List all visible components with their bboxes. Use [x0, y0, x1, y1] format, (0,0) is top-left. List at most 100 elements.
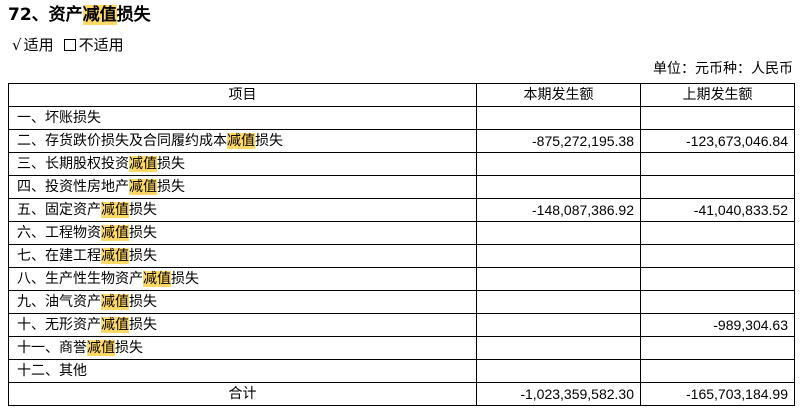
item-text-after: 损失 [129, 202, 157, 218]
row-previous-amount: -41,040,833.52 [640, 198, 795, 222]
item-text-highlight: 减值 [87, 340, 115, 356]
applicability-line: √ 适用 不适用 [12, 35, 124, 55]
row-item-label: 四、投资性房地产减值损失 [8, 175, 477, 199]
row-item-label: 六、工程物资减值损失 [8, 221, 477, 245]
row-item-label: 十二、其他 [8, 359, 477, 383]
row-current-amount [476, 267, 641, 291]
item-text-before: 三、长期股权投资 [17, 156, 129, 172]
item-text-before: 九、油气资产 [17, 294, 101, 310]
row-previous-amount [640, 359, 795, 383]
row-previous-amount [640, 336, 795, 360]
header-item: 项目 [8, 83, 477, 107]
table-row: 十一、商誉减值损失 [8, 336, 795, 360]
total-current-amount: -1,023,359,582.30 [476, 382, 641, 406]
item-text-after: 损失 [129, 294, 157, 310]
row-current-amount: -875,272,195.38 [476, 129, 641, 153]
row-previous-amount [640, 267, 795, 291]
item-text-after: 损失 [157, 156, 185, 172]
table-row: 三、长期股权投资减值损失 [8, 152, 795, 176]
row-current-amount [476, 290, 641, 314]
item-text-highlight: 减值 [101, 202, 129, 218]
item-text-after: 损失 [255, 133, 283, 149]
row-item-label: 五、固定资产减值损失 [8, 198, 477, 222]
table-row: 一、坏账损失 [8, 106, 795, 130]
item-text-highlight: 减值 [143, 271, 171, 287]
item-text-after: 损失 [115, 340, 143, 356]
item-text-after: 损失 [129, 225, 157, 241]
impairment-loss-table: 项目 本期发生额 上期发生额 一、坏账损失 二、存货跌价损失及合同履约成本减值损失… [8, 83, 795, 406]
item-text-highlight: 减值 [101, 225, 129, 241]
table-row: 六、工程物资减值损失 [8, 221, 795, 245]
item-text-highlight: 减值 [129, 156, 157, 172]
row-previous-amount [640, 175, 795, 199]
row-previous-amount: -123,673,046.84 [640, 129, 795, 153]
empty-checkbox-icon [63, 39, 76, 51]
item-text-before: 一、坏账损失 [17, 110, 101, 126]
table-header-row: 项目 本期发生额 上期发生额 [8, 83, 795, 107]
table-row: 十二、其他 [8, 359, 795, 383]
table-body: 一、坏账损失 二、存货跌价损失及合同履约成本减值损失 -875,272,195.38… [8, 106, 795, 406]
item-text-highlight: 减值 [101, 317, 129, 333]
item-text-before: 十二、其他 [17, 363, 87, 379]
row-previous-amount [640, 221, 795, 245]
item-text-before: 十、无形资产 [17, 317, 101, 333]
row-previous-amount [640, 244, 795, 268]
row-current-amount [476, 175, 641, 199]
title-highlight: 减值 [82, 5, 117, 25]
table-row: 四、投资性房地产减值损失 [8, 175, 795, 199]
row-item-label: 七、在建工程减值损失 [8, 244, 477, 268]
table-row: 九、油气资产减值损失 [8, 290, 795, 314]
row-current-amount [476, 244, 641, 268]
item-text-after: 损失 [129, 317, 157, 333]
row-current-amount [476, 336, 641, 360]
row-previous-amount [640, 106, 795, 130]
row-item-label: 一、坏账损失 [8, 106, 477, 130]
check-mark-icon: √ [12, 36, 22, 54]
table-row: 八、生产性生物资产减值损失 [8, 267, 795, 291]
row-item-label: 三、长期股权投资减值损失 [8, 152, 477, 176]
row-current-amount [476, 152, 641, 176]
item-text-before: 五、固定资产 [17, 202, 101, 218]
row-item-label: 十一、商誉减值损失 [8, 336, 477, 360]
table-row: 五、固定资产减值损失 -148,087,386.92 -41,040,833.52 [8, 198, 795, 222]
title-text-after: 损失 [116, 5, 151, 25]
table-total-row: 合计 -1,023,359,582.30 -165,703,184.99 [8, 382, 795, 406]
row-item-label: 九、油气资产减值损失 [8, 290, 477, 314]
item-text-before: 六、工程物资 [17, 225, 101, 241]
item-text-after: 损失 [157, 179, 185, 195]
item-text-after: 损失 [171, 271, 199, 287]
item-text-before: 八、生产性生物资产 [17, 271, 143, 287]
unit-currency-line: 单位：元币种：人民币 [653, 61, 793, 77]
item-text-highlight: 减值 [101, 294, 129, 310]
document-page: 72、资产减值损失 √ 适用 不适用 单位：元币种：人民币 项目 本期发生额 上期发… [0, 0, 801, 415]
item-text-before: 二、存货跌价损失及合同履约成本 [17, 133, 227, 149]
item-text-highlight: 减值 [227, 133, 255, 149]
row-current-amount: -148,087,386.92 [476, 198, 641, 222]
section-title: 72、资产减值损失 [8, 4, 151, 26]
row-item-label: 十、无形资产减值损失 [8, 313, 477, 337]
item-text-before: 七、在建工程 [17, 248, 101, 264]
item-text-before: 四、投资性房地产 [17, 179, 129, 195]
applicable-label: 适用 [23, 36, 54, 54]
not-applicable-label: 不适用 [78, 36, 124, 54]
row-previous-amount: -989,304.63 [640, 313, 795, 337]
item-text-highlight: 减值 [101, 248, 129, 264]
row-item-label: 八、生产性生物资产减值损失 [8, 267, 477, 291]
title-number: 72、 [8, 5, 49, 25]
total-previous-amount: -165,703,184.99 [640, 382, 795, 406]
total-label: 合计 [8, 382, 477, 406]
table-row: 十、无形资产减值损失 -989,304.63 [8, 313, 795, 337]
item-text-highlight: 减值 [129, 179, 157, 195]
header-current-period: 本期发生额 [476, 83, 641, 107]
row-item-label: 二、存货跌价损失及合同履约成本减值损失 [8, 129, 477, 153]
row-current-amount [476, 106, 641, 130]
table-row: 二、存货跌价损失及合同履约成本减值损失 -875,272,195.38 -123,6… [8, 129, 795, 153]
row-previous-amount [640, 290, 795, 314]
title-text-before: 资产 [48, 5, 83, 25]
row-current-amount [476, 359, 641, 383]
row-current-amount [476, 313, 641, 337]
header-previous-period: 上期发生额 [640, 83, 795, 107]
table-row: 七、在建工程减值损失 [8, 244, 795, 268]
item-text-before: 十一、商誉 [17, 340, 87, 356]
item-text-after: 损失 [129, 248, 157, 264]
